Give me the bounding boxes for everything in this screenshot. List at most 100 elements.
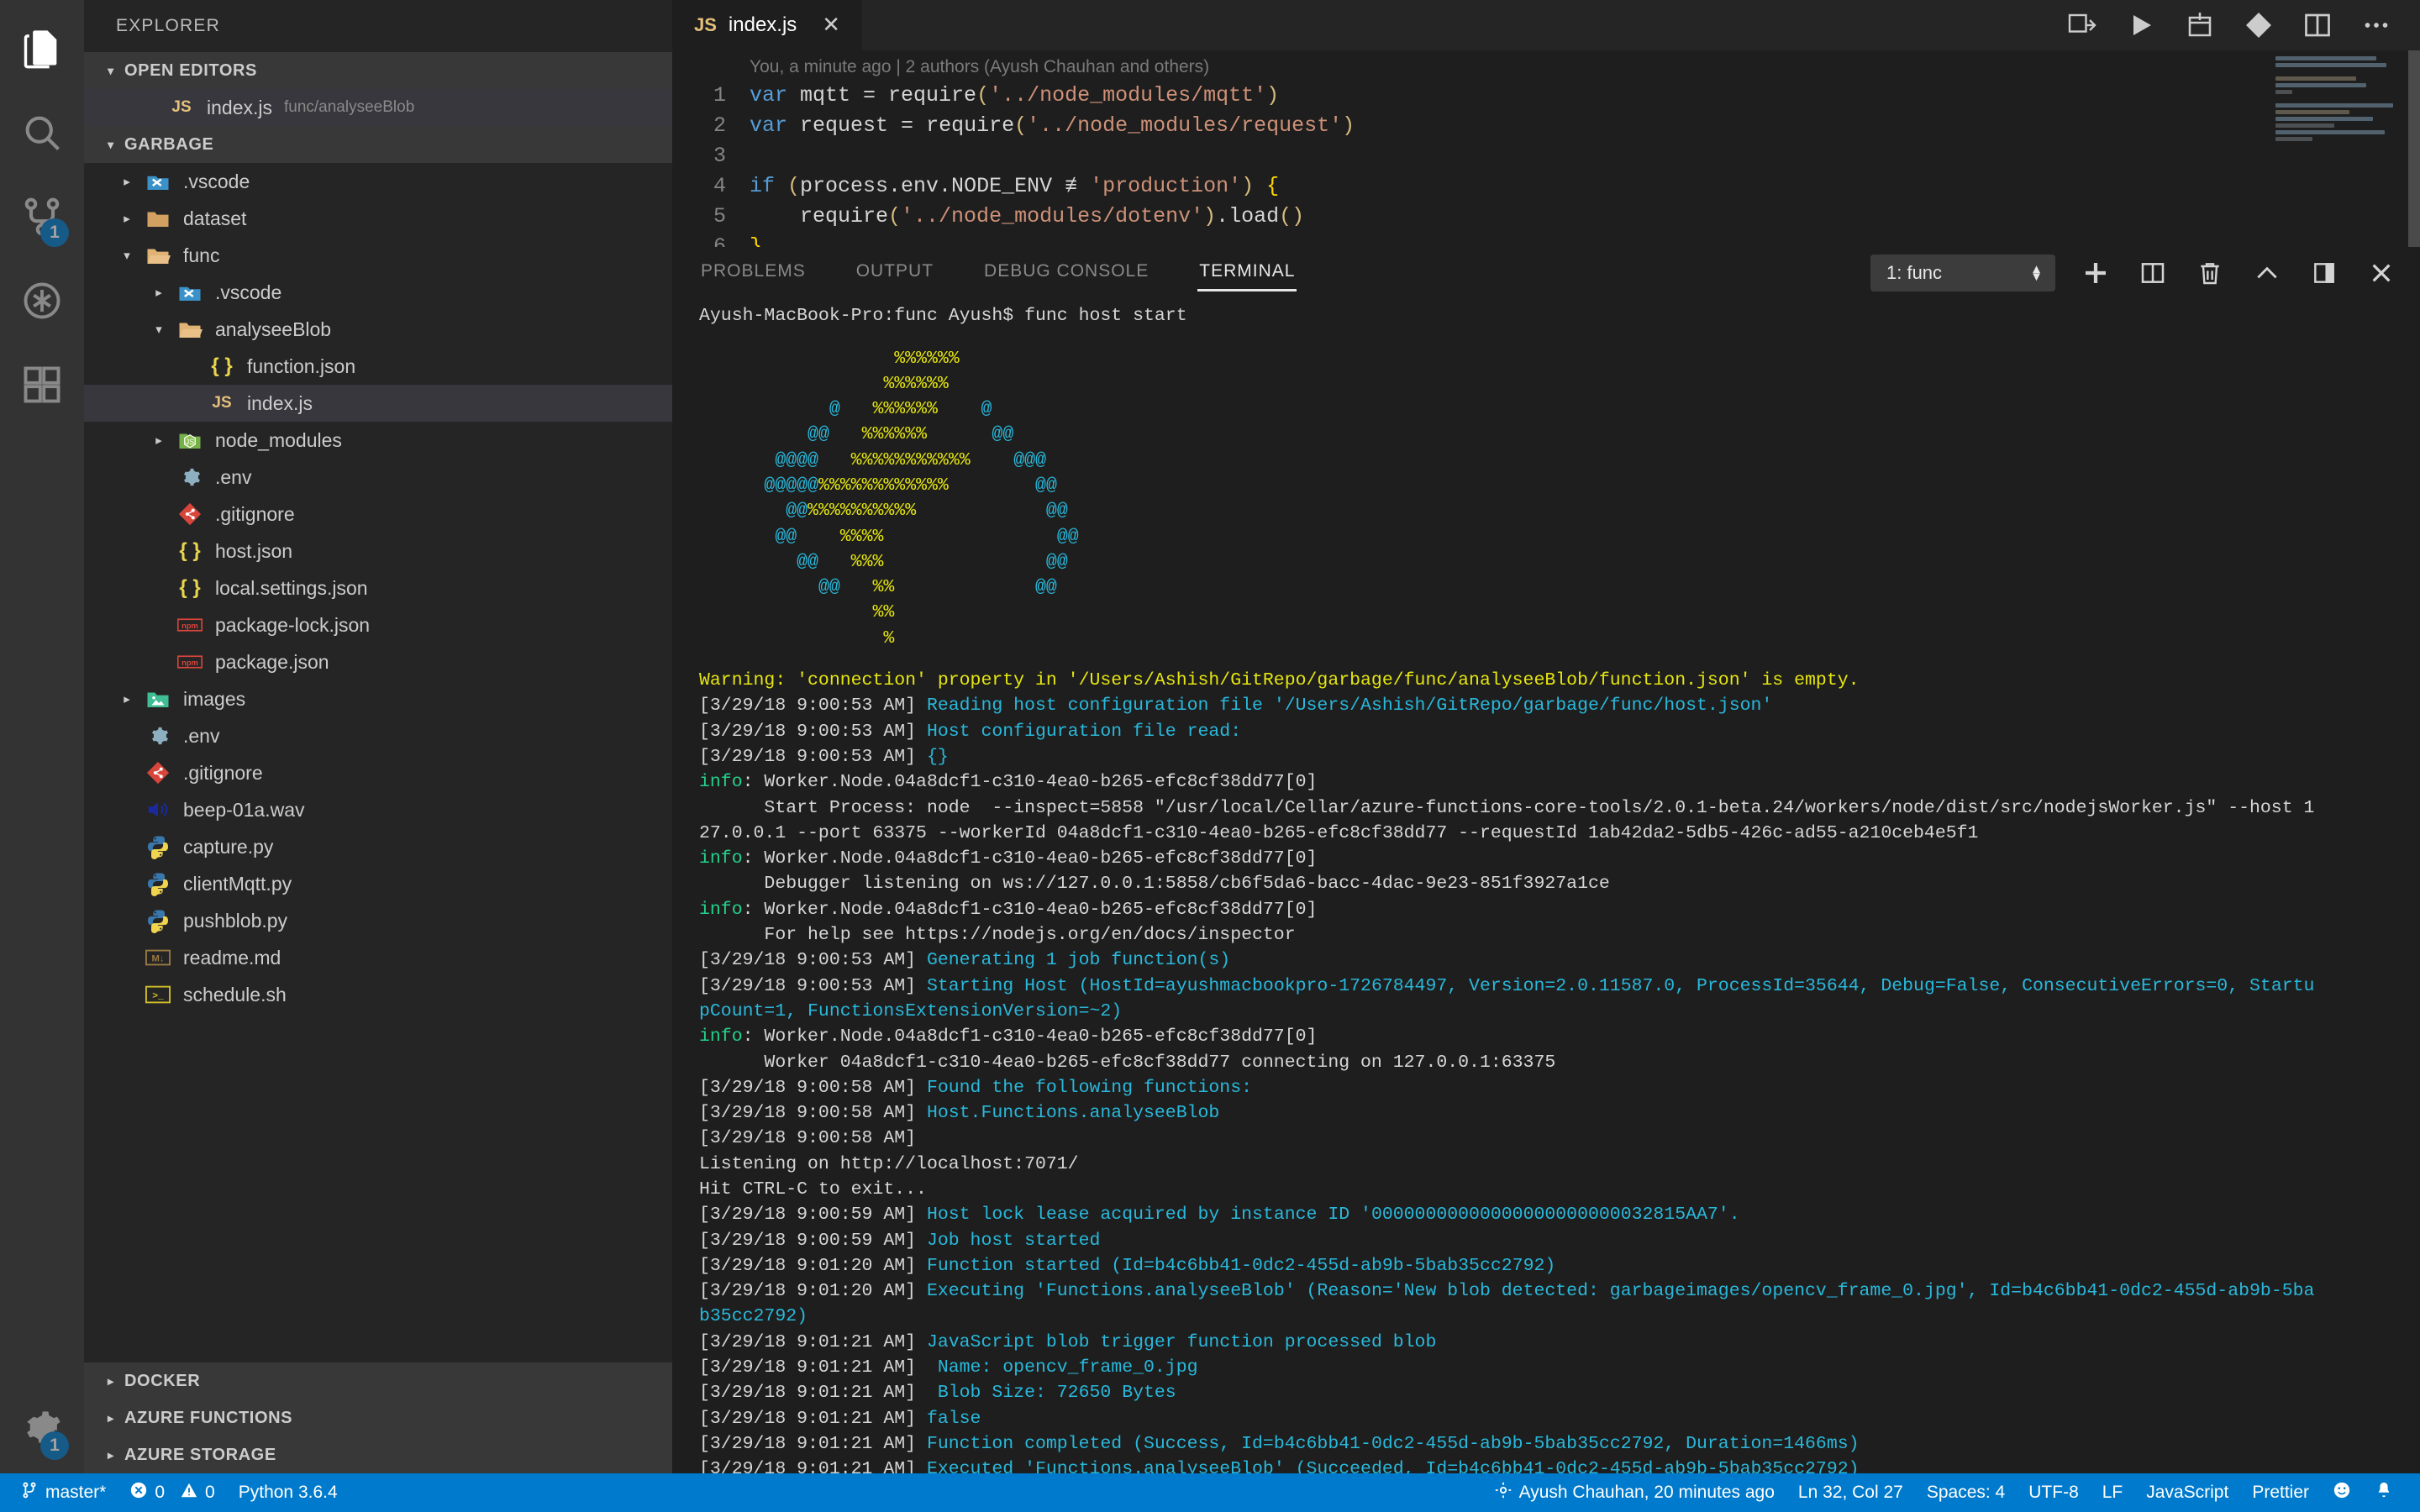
tree-item-label: .vscode [215, 281, 281, 304]
split-editor-icon[interactable] [2302, 10, 2333, 40]
activity-bar-item-search[interactable] [0, 92, 84, 176]
section-docker[interactable]: ▸ DOCKER [84, 1362, 672, 1399]
chevron-right-icon[interactable]: ▸ [113, 211, 141, 226]
kill-terminal-icon[interactable] [2193, 256, 2227, 290]
status-problems[interactable]: 0 0 [118, 1473, 226, 1512]
activity-bar-item-debug[interactable] [0, 260, 84, 344]
status-eol[interactable]: LF [2091, 1473, 2135, 1512]
tab-output[interactable]: OUTPUT [855, 255, 935, 291]
tree-item-clientmqtt-py[interactable]: clientMqtt.py [84, 865, 672, 902]
status-language-mode[interactable]: JavaScript [2134, 1473, 2240, 1512]
status-encoding[interactable]: UTF-8 [2017, 1473, 2091, 1512]
json-icon: { } [173, 539, 207, 563]
split-terminal-icon[interactable] [2136, 256, 2170, 290]
run-icon[interactable] [2126, 10, 2156, 40]
tree-item-vscode[interactable]: ▸ .vscode [84, 274, 672, 311]
tree-item-gitignore[interactable]: .gitignore [84, 496, 672, 533]
terminal-line: [3/29/18 9:00:53 AM] Starting Host (Host… [672, 974, 2420, 999]
activity-bar-item-settings[interactable]: 1 [0, 1389, 84, 1473]
tree-item-host-json[interactable]: { }host.json [84, 533, 672, 570]
status-git-blame[interactable]: Ayush Chauhan, 20 minutes ago [1482, 1473, 1786, 1512]
tree-item-env[interactable]: .env [84, 717, 672, 754]
tree-item-gitignore[interactable]: .gitignore [84, 754, 672, 791]
status-formatter[interactable]: Prettier [2240, 1473, 2321, 1512]
chevron-down-icon[interactable]: ▾ [113, 248, 141, 263]
tree-item-index-js[interactable]: JSindex.js [84, 385, 672, 422]
tree-item-schedule-sh[interactable]: >_schedule.sh [84, 976, 672, 1013]
tree-item-pushblob-py[interactable]: pushblob.py [84, 902, 672, 939]
tree-item-readme-md[interactable]: M↓readme.md [84, 939, 672, 976]
chevron-right-icon[interactable]: ▸ [113, 174, 141, 189]
close-panel-icon[interactable] [2365, 256, 2398, 290]
terminal-line: Listening on http://localhost:7071/ [672, 1152, 2420, 1177]
tab-problems[interactable]: PROBLEMS [699, 255, 808, 291]
open-editor-label: index.js [207, 97, 272, 119]
status-cursor-position[interactable]: Ln 32, Col 27 [1786, 1473, 1915, 1512]
panel: PROBLEMS OUTPUT DEBUG CONSOLE TERMINAL 1… [672, 247, 2420, 1473]
activity-bar: 1 [0, 0, 84, 1473]
tab-index-js[interactable]: JS index.js ✕ [672, 0, 862, 50]
chevron-down-icon[interactable]: ▾ [145, 322, 173, 337]
svg-text:npm: npm [182, 659, 198, 667]
tree-item-package-lock-json[interactable]: npmpackage-lock.json [84, 606, 672, 643]
terminal-select[interactable]: 1: func ▲▼ [1870, 255, 2055, 291]
chevron-right-icon[interactable]: ▸ [145, 433, 173, 448]
status-indentation[interactable]: Spaces: 4 [1915, 1473, 2017, 1512]
warning-icon [180, 1481, 198, 1504]
terminal-line: [3/29/18 9:00:53 AM] Generating 1 job fu… [672, 948, 2420, 973]
open-changes-icon[interactable] [2067, 10, 2097, 40]
chevron-right-icon[interactable]: ▸ [145, 285, 173, 300]
line-number: 6 [672, 232, 750, 247]
new-terminal-icon[interactable] [2079, 256, 2112, 290]
tree-item-beep-01a-wav[interactable]: beep-01a.wav [84, 791, 672, 828]
tree-item-node-modules[interactable]: ▸JSnode_modules [84, 422, 672, 459]
tree-item-dataset[interactable]: ▸ dataset [84, 200, 672, 237]
toggle-sidebar-icon[interactable] [2307, 256, 2341, 290]
section-azure-storage[interactable]: ▸ AZURE STORAGE [84, 1436, 672, 1473]
source-control-icon[interactable] [2244, 10, 2274, 40]
tree-item-func[interactable]: ▾ func [84, 237, 672, 274]
section-azure-storage-label: AZURE STORAGE [124, 1446, 276, 1465]
activity-bar-item-extensions[interactable] [0, 344, 84, 428]
open-in-browser-icon[interactable] [2185, 10, 2215, 40]
status-branch[interactable]: master* [8, 1473, 118, 1512]
editor-scrollbar[interactable] [2408, 50, 2420, 247]
open-editor-item-index-js[interactable]: JS index.js func/analyseeBlob [84, 89, 672, 126]
chevron-updown-icon: ▲▼ [2030, 265, 2043, 281]
status-python-version[interactable]: Python 3.6.4 [227, 1473, 350, 1512]
tree-item-images[interactable]: ▸images [84, 680, 672, 717]
maximize-panel-icon[interactable] [2250, 256, 2284, 290]
tab-debug-console[interactable]: DEBUG CONSOLE [982, 255, 1150, 291]
tree-item-vscode[interactable]: ▸.vscode [84, 163, 672, 200]
tree-item-label: readme.md [183, 947, 281, 969]
code-editor[interactable]: You, a minute ago | 2 authors (Ayush Cha… [672, 50, 2420, 247]
section-open-editors[interactable]: ▾ OPEN EDITORS [84, 52, 672, 89]
tab-terminal[interactable]: TERMINAL [1197, 255, 1297, 291]
tree-item-local-settings-json[interactable]: { }local.settings.json [84, 570, 672, 606]
tree-item-env[interactable]: .env [84, 459, 672, 496]
section-azure-functions[interactable]: ▸ AZURE FUNCTIONS [84, 1399, 672, 1436]
terminal-line: pCount=1, FunctionsExtensionVersion=~2) [672, 999, 2420, 1024]
status-notifications[interactable] [2363, 1473, 2405, 1512]
tree-item-package-json[interactable]: npmpackage.json [84, 643, 672, 680]
close-icon[interactable]: ✕ [822, 12, 840, 38]
minimap[interactable] [2275, 54, 2410, 171]
shell-icon: >_ [141, 982, 175, 1007]
activity-bar-item-explorer[interactable] [0, 8, 84, 92]
tree-item-capture-py[interactable]: capture.py [84, 828, 672, 865]
section-workspace-garbage[interactable]: ▾ GARBAGE [84, 126, 672, 163]
more-actions-icon[interactable] [2361, 10, 2391, 40]
bell-icon [2375, 1481, 2393, 1504]
terminal-output[interactable]: Ayush-MacBook-Pro:func Ayush$ func host … [672, 298, 2420, 1473]
sidebar: EXPLORER ▾ OPEN EDITORS JS index.js func… [84, 0, 672, 1473]
tree-item-label: dataset [183, 207, 246, 230]
tree-item-label: func [183, 244, 219, 267]
tab-label: index.js [729, 13, 797, 37]
tree-item-function-json[interactable]: { }function.json [84, 348, 672, 385]
tree-item-analyseeblob[interactable]: ▾analyseeBlob [84, 311, 672, 348]
code-line: 3 [672, 141, 2420, 171]
activity-bar-item-source-control[interactable]: 1 [0, 176, 84, 260]
terminal-line: [3/29/18 9:00:59 AM] Job host started [672, 1228, 2420, 1253]
status-feedback[interactable] [2321, 1473, 2363, 1512]
chevron-right-icon[interactable]: ▸ [113, 691, 141, 706]
